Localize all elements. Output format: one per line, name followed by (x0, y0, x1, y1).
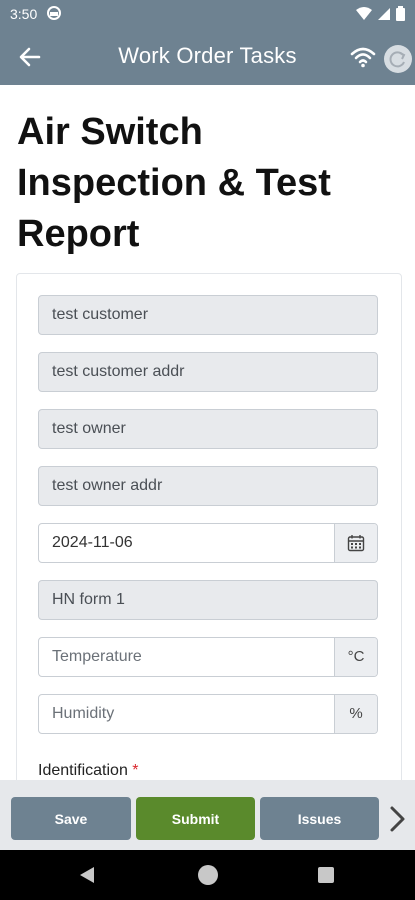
battery-icon (396, 6, 405, 21)
identification-label: Identification * (38, 762, 139, 780)
submit-button[interactable]: Submit (136, 797, 255, 840)
action-bar: Save Submit Issues (0, 780, 415, 850)
required-marker: * (132, 762, 139, 779)
temperature-unit: °C (334, 638, 377, 676)
chevron-right-icon[interactable] (384, 802, 410, 836)
content-area: Air Switch Inspection & Test Report test… (0, 85, 415, 780)
notification-icon (47, 6, 61, 23)
issues-button[interactable]: Issues (260, 797, 379, 840)
date-field[interactable]: 2024-11-06 (38, 523, 378, 563)
temperature-field[interactable]: Temperature °C (38, 637, 378, 677)
owner-field[interactable]: test owner (38, 409, 378, 449)
sync-icon[interactable] (384, 45, 412, 73)
save-button[interactable]: Save (11, 797, 131, 840)
signal-wifi-icon (356, 6, 372, 20)
form-name-field[interactable]: HN form 1 (38, 580, 378, 620)
customer-address-field[interactable]: test customer addr (38, 352, 378, 392)
screen: 3:50 Work Order Tasks Air Switch Inspect… (0, 0, 415, 900)
owner-address-field[interactable]: test owner addr (38, 466, 378, 506)
humidity-field[interactable]: Humidity % (38, 694, 378, 734)
temperature-input[interactable]: Temperature (39, 638, 334, 676)
calendar-icon[interactable] (334, 524, 377, 562)
nav-back-icon[interactable] (78, 866, 96, 889)
humidity-unit: % (334, 695, 377, 733)
app-bar: Work Order Tasks (0, 29, 415, 85)
nav-recents-icon[interactable] (318, 867, 334, 883)
identification-label-text: Identification (38, 762, 128, 779)
date-value[interactable]: 2024-11-06 (39, 524, 334, 562)
system-nav-bar (0, 850, 415, 900)
humidity-input[interactable]: Humidity (39, 695, 334, 733)
wifi-icon (350, 46, 376, 68)
status-icons (356, 6, 405, 21)
status-time: 3:50 (10, 6, 38, 22)
status-bar: 3:50 (0, 0, 415, 29)
customer-field[interactable]: test customer (38, 295, 378, 335)
cell-signal-icon (378, 7, 390, 20)
form-card: test customer test customer addr test ow… (16, 273, 402, 780)
report-title: Air Switch Inspection & Test Report (17, 111, 331, 255)
nav-home-icon[interactable] (198, 865, 218, 885)
